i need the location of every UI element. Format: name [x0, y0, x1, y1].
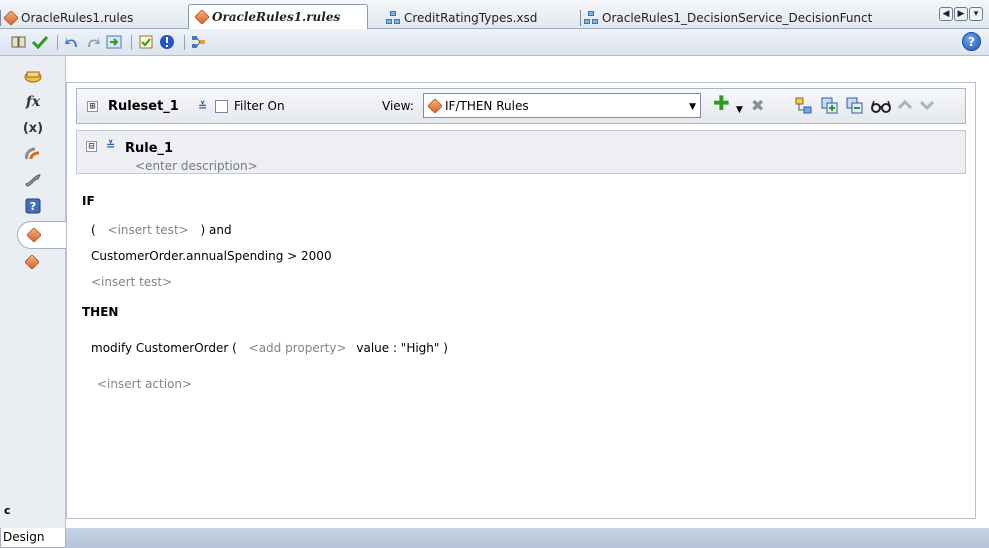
checkbox-box — [215, 99, 228, 113]
expand-collapse-icon: ⊞ — [87, 100, 98, 112]
variable-icon[interactable]: (x) — [21, 117, 45, 139]
rule-name[interactable]: Rule_1 — [125, 141, 173, 156]
ruleset-expand-toggle[interactable]: ⊞ — [87, 89, 98, 123]
glasses-icon[interactable] — [871, 97, 891, 119]
validate-check-icon[interactable] — [31, 33, 49, 51]
double-chevron-down-icon[interactable]: ≚ — [106, 139, 115, 152]
tab-label: OracleRules1_DecisionService_DecisionFun… — [602, 10, 873, 25]
filter-checkbox[interactable] — [215, 89, 228, 123]
rules-icon — [427, 97, 443, 114]
ruleset-rules-icon[interactable] — [17, 221, 67, 249]
tab-design[interactable]: Design — [0, 528, 66, 548]
move-up-icon[interactable] — [897, 97, 913, 117]
tab-list-button[interactable]: ▾ — [969, 7, 983, 21]
rule-expand-toggle[interactable]: ⊟ — [86, 141, 97, 152]
collapse-all-icon[interactable] — [846, 97, 864, 119]
view-select-value: IF/THEN Rules — [445, 98, 529, 113]
redo-icon[interactable] — [84, 33, 102, 51]
rules-editor-panel: ⊞ Ruleset_1 ≚ Filter On View: IF/THEN Ru… — [66, 82, 976, 519]
rule-header: ⊟ ≚ Rule_1 <enter description> — [76, 130, 966, 174]
tab-oraclerules1-active[interactable]: OracleRules1.rules — [188, 4, 368, 29]
insert-test-placeholder[interactable]: <insert test> — [91, 275, 172, 289]
book-icon[interactable] — [10, 33, 28, 51]
then-keyword: THEN — [82, 305, 119, 319]
double-chevron-down-icon: ≚ — [198, 99, 208, 113]
rule-description[interactable]: <enter description> — [135, 159, 258, 173]
chevron-down-icon: ▼ — [689, 102, 696, 112]
editor-tab-bar: OracleRules1.rules OracleRules1.rules Cr… — [0, 0, 989, 29]
ruleset-more-toggle[interactable]: ≚ — [198, 89, 207, 123]
links-icon[interactable] — [21, 143, 45, 165]
tab-label: OracleRules1.rules — [212, 10, 341, 24]
filter-label: Filter On — [234, 99, 285, 113]
insert-action-placeholder[interactable]: <insert action> — [97, 377, 192, 391]
refresh-icon[interactable] — [105, 33, 123, 51]
rules-icon — [26, 227, 42, 243]
action-value[interactable]: value : "High" ) — [356, 341, 448, 355]
ruleset-header: ⊞ Ruleset_1 ≚ Filter On View: IF/THEN Ru… — [76, 88, 966, 124]
ruleset-sidebar-icon[interactable] — [21, 65, 45, 87]
toolbar-separator — [131, 34, 132, 50]
tab-label: OracleRules1.rules — [21, 10, 134, 25]
toolbar-separator — [184, 34, 185, 50]
ruleset-rules-icon-2[interactable] — [21, 251, 45, 273]
info-icon[interactable] — [158, 33, 176, 51]
rules-icon — [23, 254, 40, 270]
tab-label: CreditRatingTypes.xsd — [404, 10, 538, 25]
add-icon[interactable]: ✚ — [713, 93, 730, 113]
schema-icon — [584, 10, 599, 25]
expand-tree-icon[interactable] — [795, 97, 813, 119]
schema-icon — [386, 10, 401, 25]
add-property-placeholder[interactable]: <add property> — [249, 341, 347, 355]
bottom-bar — [66, 528, 989, 548]
move-down-icon[interactable] — [919, 97, 935, 117]
rules-icon — [3, 9, 19, 26]
collapsed-panel-label[interactable]: c — [4, 504, 11, 517]
decision-function-icon[interactable] — [21, 169, 45, 191]
tab-divider — [580, 9, 581, 26]
then-action: modify CustomerOrder ( <add property> va… — [91, 341, 448, 355]
tab-oraclerules1[interactable]: OracleRules1.rules — [0, 6, 182, 29]
checklist-icon[interactable] — [137, 33, 155, 51]
help-button[interactable]: ? — [962, 32, 981, 51]
view-select[interactable]: IF/THEN Rules ▼ — [423, 93, 701, 118]
ruleset-name[interactable]: Ruleset_1 — [108, 89, 179, 123]
open-paren: ( — [91, 223, 96, 237]
vertical-sidebar: fx (x) ? c — [0, 56, 67, 528]
add-dropdown-icon[interactable]: ▼ — [736, 101, 743, 119]
tab-creditratingtypes[interactable]: CreditRatingTypes.xsd — [386, 6, 576, 29]
help-sidebar-icon[interactable]: ? — [21, 195, 45, 217]
delete-icon[interactable]: ✖ — [751, 97, 764, 115]
function-icon[interactable]: fx — [21, 91, 45, 113]
if-keyword: IF — [82, 194, 95, 208]
rules-icon — [194, 9, 210, 25]
hierarchy-icon[interactable] — [190, 33, 208, 51]
svg-text:?: ? — [30, 200, 36, 213]
close-and-operator: ) and — [200, 223, 232, 237]
tab-decision-service[interactable]: OracleRules1_DecisionService_DecisionFun… — [580, 6, 908, 29]
tab-navigation: ◀ ▶ ▾ — [939, 7, 983, 21]
if-condition[interactable]: CustomerOrder.annualSpending > 2000 — [91, 249, 332, 263]
expand-all-icon[interactable] — [821, 97, 839, 119]
tab-next-button[interactable]: ▶ — [954, 7, 968, 21]
insert-test-placeholder[interactable]: <insert test> — [108, 223, 189, 237]
toolbar-separator — [57, 34, 58, 50]
editor-toolbar: ? — [0, 29, 989, 56]
if-condition-group: ( <insert test> ) and — [91, 223, 232, 237]
tab-prev-button[interactable]: ◀ — [939, 7, 953, 21]
tab-divider — [0, 9, 1, 26]
action-prefix[interactable]: modify CustomerOrder ( — [91, 341, 237, 355]
undo-icon[interactable] — [63, 33, 81, 51]
view-label: View: — [382, 99, 414, 113]
